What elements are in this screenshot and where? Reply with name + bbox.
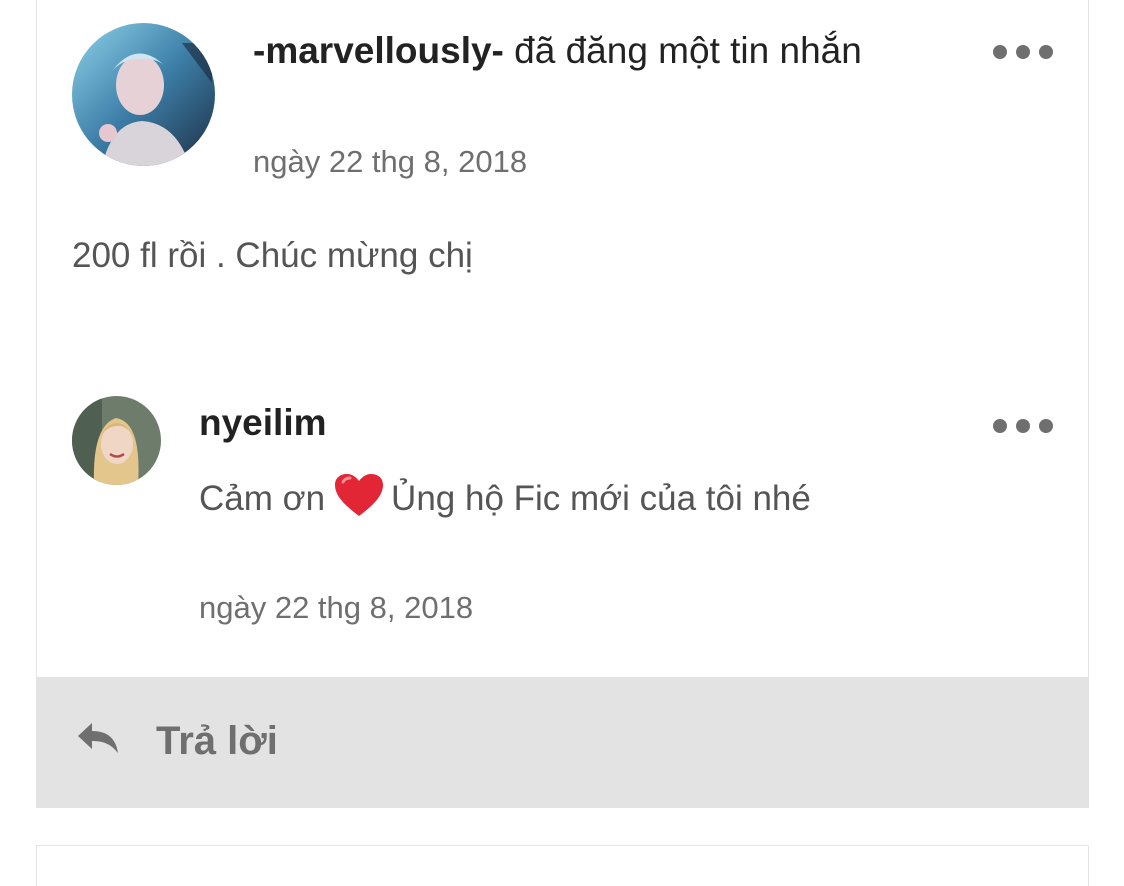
dot xyxy=(993,45,1007,59)
reply-arrow-icon xyxy=(78,723,118,753)
dot xyxy=(993,419,1007,433)
reply-text-before: Cảm ơn xyxy=(199,479,326,518)
reply-more-options-icon[interactable] xyxy=(993,416,1053,436)
dot xyxy=(1039,419,1053,433)
post-more-options-icon[interactable] xyxy=(993,42,1053,62)
post-timestamp: ngày 22 thg 8, 2018 xyxy=(253,144,528,179)
next-message-card xyxy=(36,845,1089,886)
reply-label: Trả lời xyxy=(156,719,278,763)
reply-button[interactable]: Trả lời xyxy=(36,677,1089,808)
replier-avatar[interactable] xyxy=(72,396,161,485)
post-headline: -marvellously- đã đăng một tin nhắn xyxy=(253,24,873,78)
dot xyxy=(1016,419,1030,433)
post-action-text: đã đăng một tin nhắn xyxy=(514,30,862,71)
dot xyxy=(1016,45,1030,59)
reply-timestamp: ngày 22 thg 8, 2018 xyxy=(199,590,474,625)
poster-username[interactable]: -marvellously- xyxy=(253,30,504,71)
poster-avatar[interactable] xyxy=(72,23,215,166)
replier-username[interactable]: nyeilim xyxy=(199,402,327,444)
post-message: 200 fl rồi . Chúc mừng chị xyxy=(72,236,473,275)
dot xyxy=(1039,45,1053,59)
red-heart-icon xyxy=(335,474,384,516)
reply-message: Cảm ơn Ủng hộ Fic mới của tôi nhé xyxy=(199,472,819,525)
reply-text-after: Ủng hộ Fic mới của tôi nhé xyxy=(391,479,811,518)
